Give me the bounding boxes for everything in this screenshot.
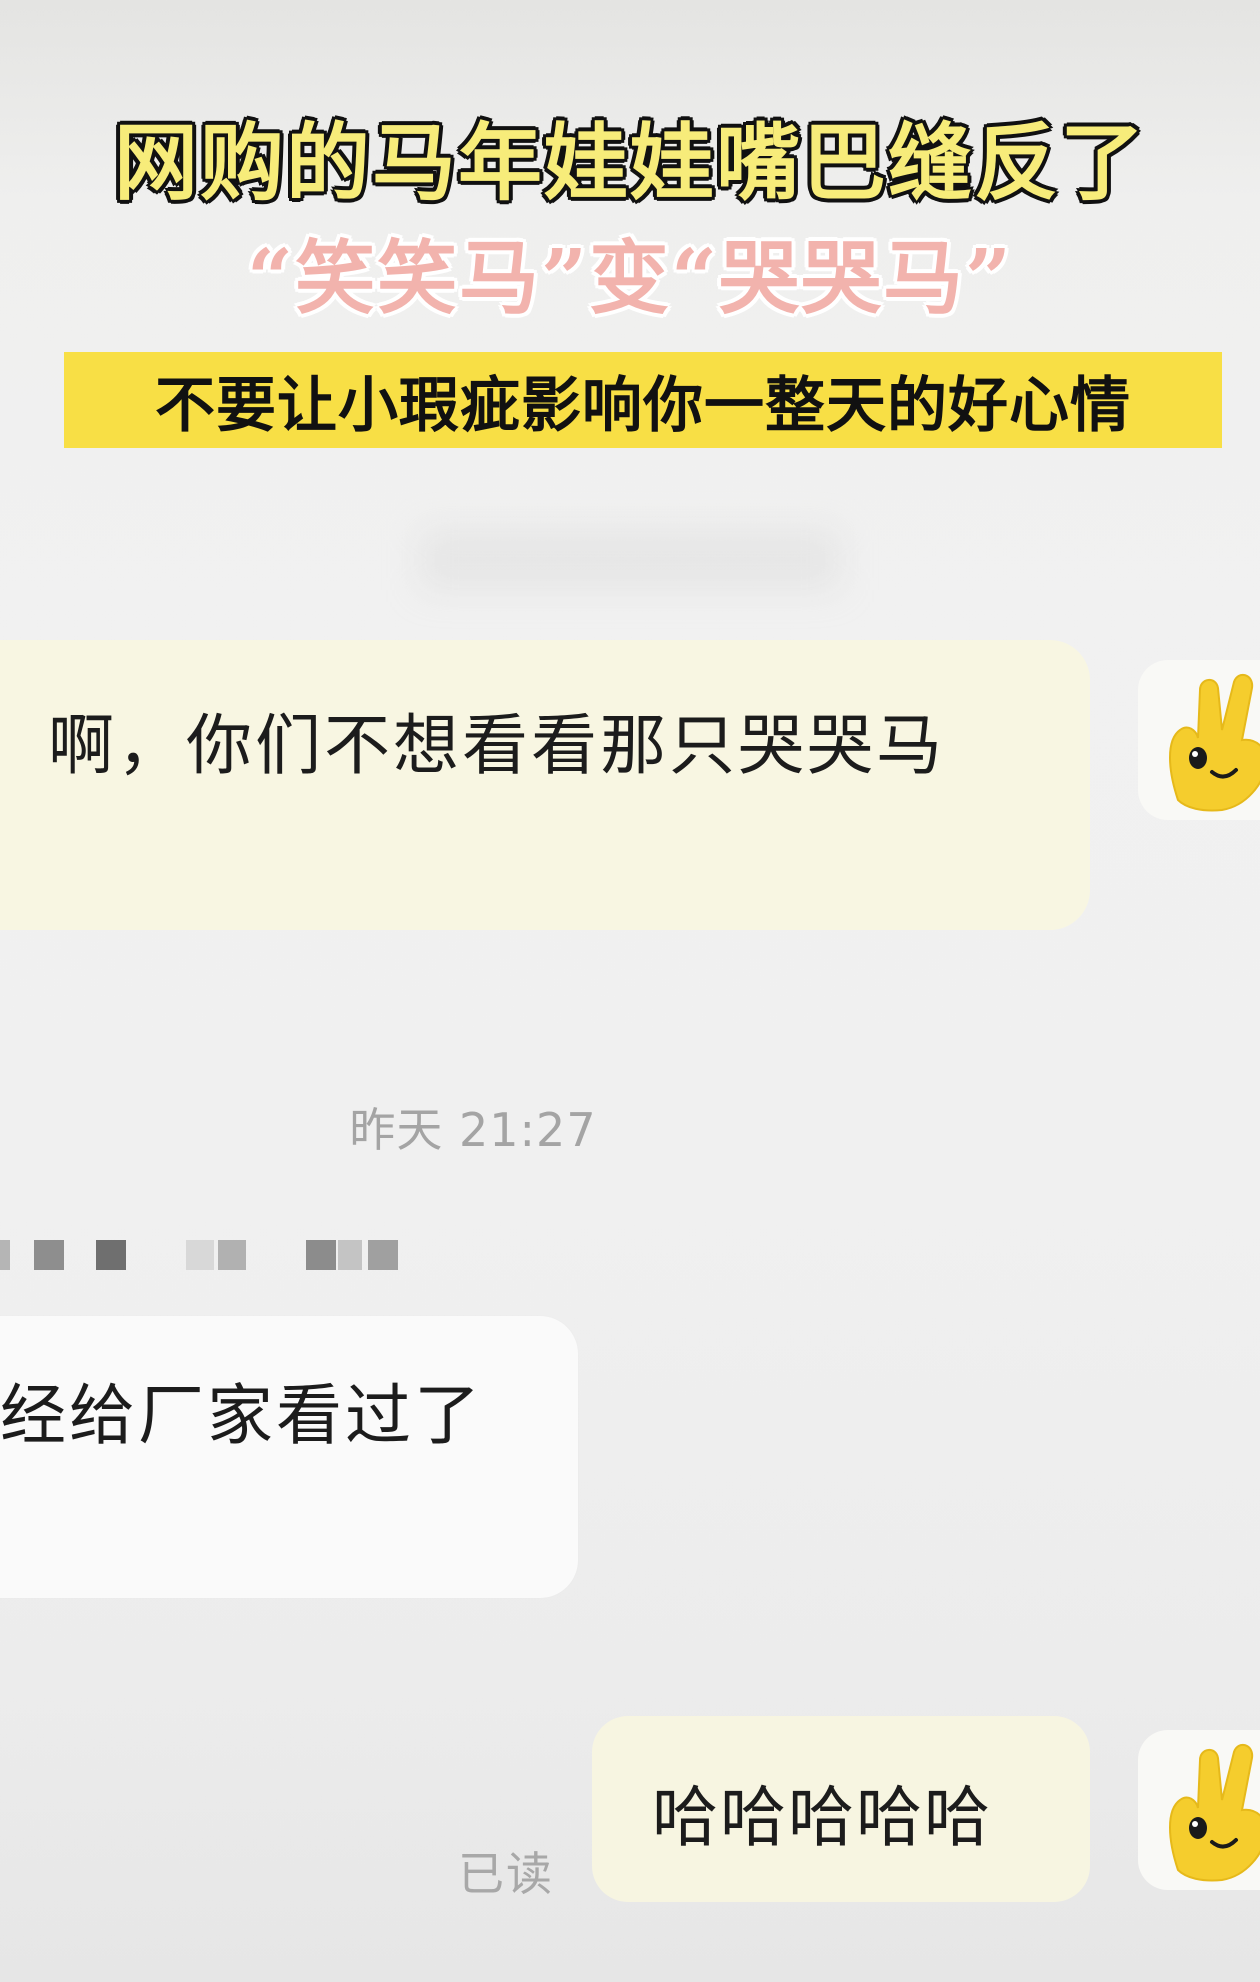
rabbit-hand-icon	[1169, 1743, 1260, 1882]
tagline-banner: 不要让小瑕疵影响你一整天的好心情	[64, 352, 1222, 448]
redacted-sender-name	[0, 1240, 400, 1274]
tagline-text: 不要让小瑕疵影响你一整天的好心情	[155, 370, 1131, 441]
chat-bubble-outgoing-laugh[interactable]: 哈哈哈哈哈	[592, 1716, 1090, 1902]
video-subtitle: “笑笑马”变“哭哭马”	[0, 214, 1260, 330]
chat-bubble-outgoing[interactable]: 啊，你们不想看看那只哭哭马	[0, 640, 1090, 930]
quote-open-a: “	[246, 231, 295, 325]
read-status: 已读	[458, 1847, 554, 1901]
user-avatar[interactable]	[1138, 1730, 1260, 1890]
quote-close-a: ”	[540, 231, 589, 325]
subtitle-connector: 变	[589, 231, 671, 325]
subtitle-word-smiling-horse: 笑笑马	[294, 231, 541, 325]
subtitle-word-crying-horse: 哭哭马	[719, 231, 966, 325]
quote-close-b: ”	[965, 231, 1014, 325]
user-avatar[interactable]	[1138, 660, 1260, 820]
video-title: 网购的马年娃娃嘴巴缝反了	[113, 113, 1146, 212]
rabbit-hand-icon	[1169, 673, 1260, 812]
background-blur	[420, 530, 840, 590]
quote-open-b: “	[671, 231, 720, 325]
chat-timestamp: 昨天 21:27	[349, 1103, 597, 1157]
chat-bubble-incoming[interactable]: 经给厂家看过了	[0, 1316, 578, 1598]
